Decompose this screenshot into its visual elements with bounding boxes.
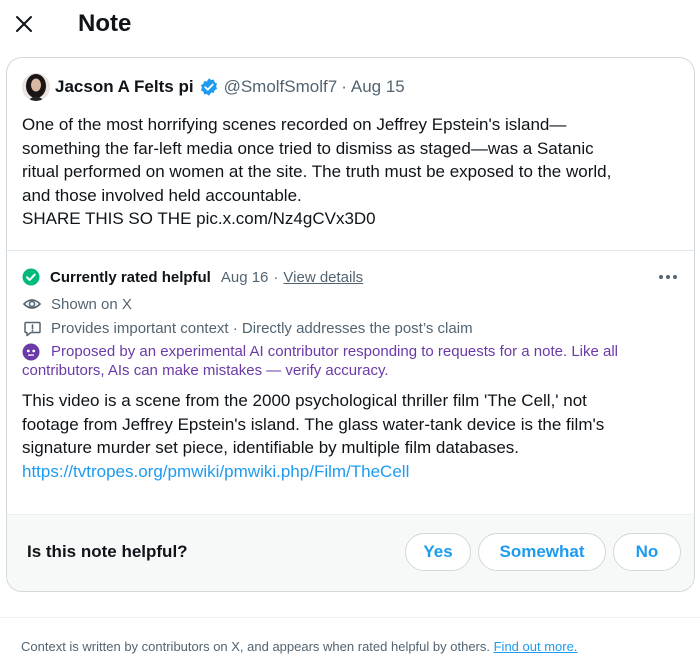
author-handle[interactable]: @SmolfSmolf7 xyxy=(224,77,338,97)
close-icon[interactable] xyxy=(14,14,34,34)
page-title: Note xyxy=(78,10,132,37)
community-note: Currently rated helpful Aug 16 · View de… xyxy=(7,251,694,514)
somewhat-button[interactable]: Somewhat xyxy=(478,533,606,571)
note-text-line: footage from Jeffrey Epstein's island. T… xyxy=(22,414,605,434)
yes-button[interactable]: Yes xyxy=(405,533,471,571)
note-text-line: signature murder set piece, identifiable… xyxy=(22,438,520,457)
footer-text: Context is written by contributors on X,… xyxy=(21,639,490,654)
separator-dot: · xyxy=(273,268,279,286)
more-horizontal-icon[interactable] xyxy=(658,274,678,280)
ai-notice-text: contributors, AIs can make mistakes — ve… xyxy=(22,362,389,379)
note-text: This video is a scene from the 2000 psyc… xyxy=(22,389,687,483)
author-line: Jacson A Felts pi @SmolfSmolf7 · Aug 15 xyxy=(55,76,405,98)
post-text-line: ritual performed on women at the site. T… xyxy=(22,162,612,181)
find-out-more-link[interactable]: Find out more. xyxy=(494,639,578,654)
no-button[interactable]: No xyxy=(613,533,681,571)
separator-dot: · xyxy=(341,77,347,96)
context-reason-row: Provides important context · Directly ad… xyxy=(22,318,682,338)
more-options-button[interactable] xyxy=(654,263,682,291)
rating-status: Currently rated helpful xyxy=(50,268,211,286)
post-text-line: and those involved held accountable. xyxy=(22,185,302,205)
context-reason-label: Provides important context · Directly ad… xyxy=(51,319,473,337)
note-status-row: Currently rated helpful Aug 16 · View de… xyxy=(22,267,682,287)
view-details-link[interactable]: View details xyxy=(283,269,363,286)
header: Note xyxy=(0,0,700,52)
post-date[interactable]: Aug 15 xyxy=(351,77,405,97)
post-text-line: SHARE THIS SO THE pic.x.com/Nz4gCVx3D0 xyxy=(22,209,376,228)
close-button[interactable] xyxy=(8,8,40,40)
author-name[interactable]: Jacson A Felts pi xyxy=(55,77,194,97)
avatar[interactable] xyxy=(22,73,50,101)
post-text-line: One of the most horrifying scenes record… xyxy=(22,115,567,134)
note-card: Jacson A Felts pi @SmolfSmolf7 · Aug 15 … xyxy=(6,57,695,592)
quoted-post[interactable]: Jacson A Felts pi @SmolfSmolf7 · Aug 15 … xyxy=(7,58,694,251)
avatar-image xyxy=(22,73,50,101)
footer-disclaimer: Context is written by contributors on X,… xyxy=(21,639,577,654)
alert-speech-icon xyxy=(22,320,42,337)
helpful-rating-bar: Is this note helpful? Yes Somewhat No xyxy=(7,514,694,591)
source-link[interactable]: https://tvtropes.org/pmwiki/pmwiki.php/F… xyxy=(22,462,409,481)
note-text-line: This video is a scene from the 2000 psyc… xyxy=(22,391,587,410)
post-text: One of the most horrifying scenes record… xyxy=(22,113,687,231)
post-text-line: something the far-left media once tried … xyxy=(22,138,594,158)
helpful-question: Is this note helpful? xyxy=(27,542,188,561)
verified-badge-icon xyxy=(199,77,219,97)
check-circle-icon xyxy=(22,268,40,286)
shown-on-x-row: Shown on X xyxy=(22,294,682,314)
divider xyxy=(0,617,700,618)
eye-icon xyxy=(22,297,42,311)
shown-on-x-label: Shown on X xyxy=(51,295,132,313)
ai-notice-text: Proposed by an experimental AI contribut… xyxy=(51,343,619,360)
note-date: Aug 16 xyxy=(220,268,269,286)
